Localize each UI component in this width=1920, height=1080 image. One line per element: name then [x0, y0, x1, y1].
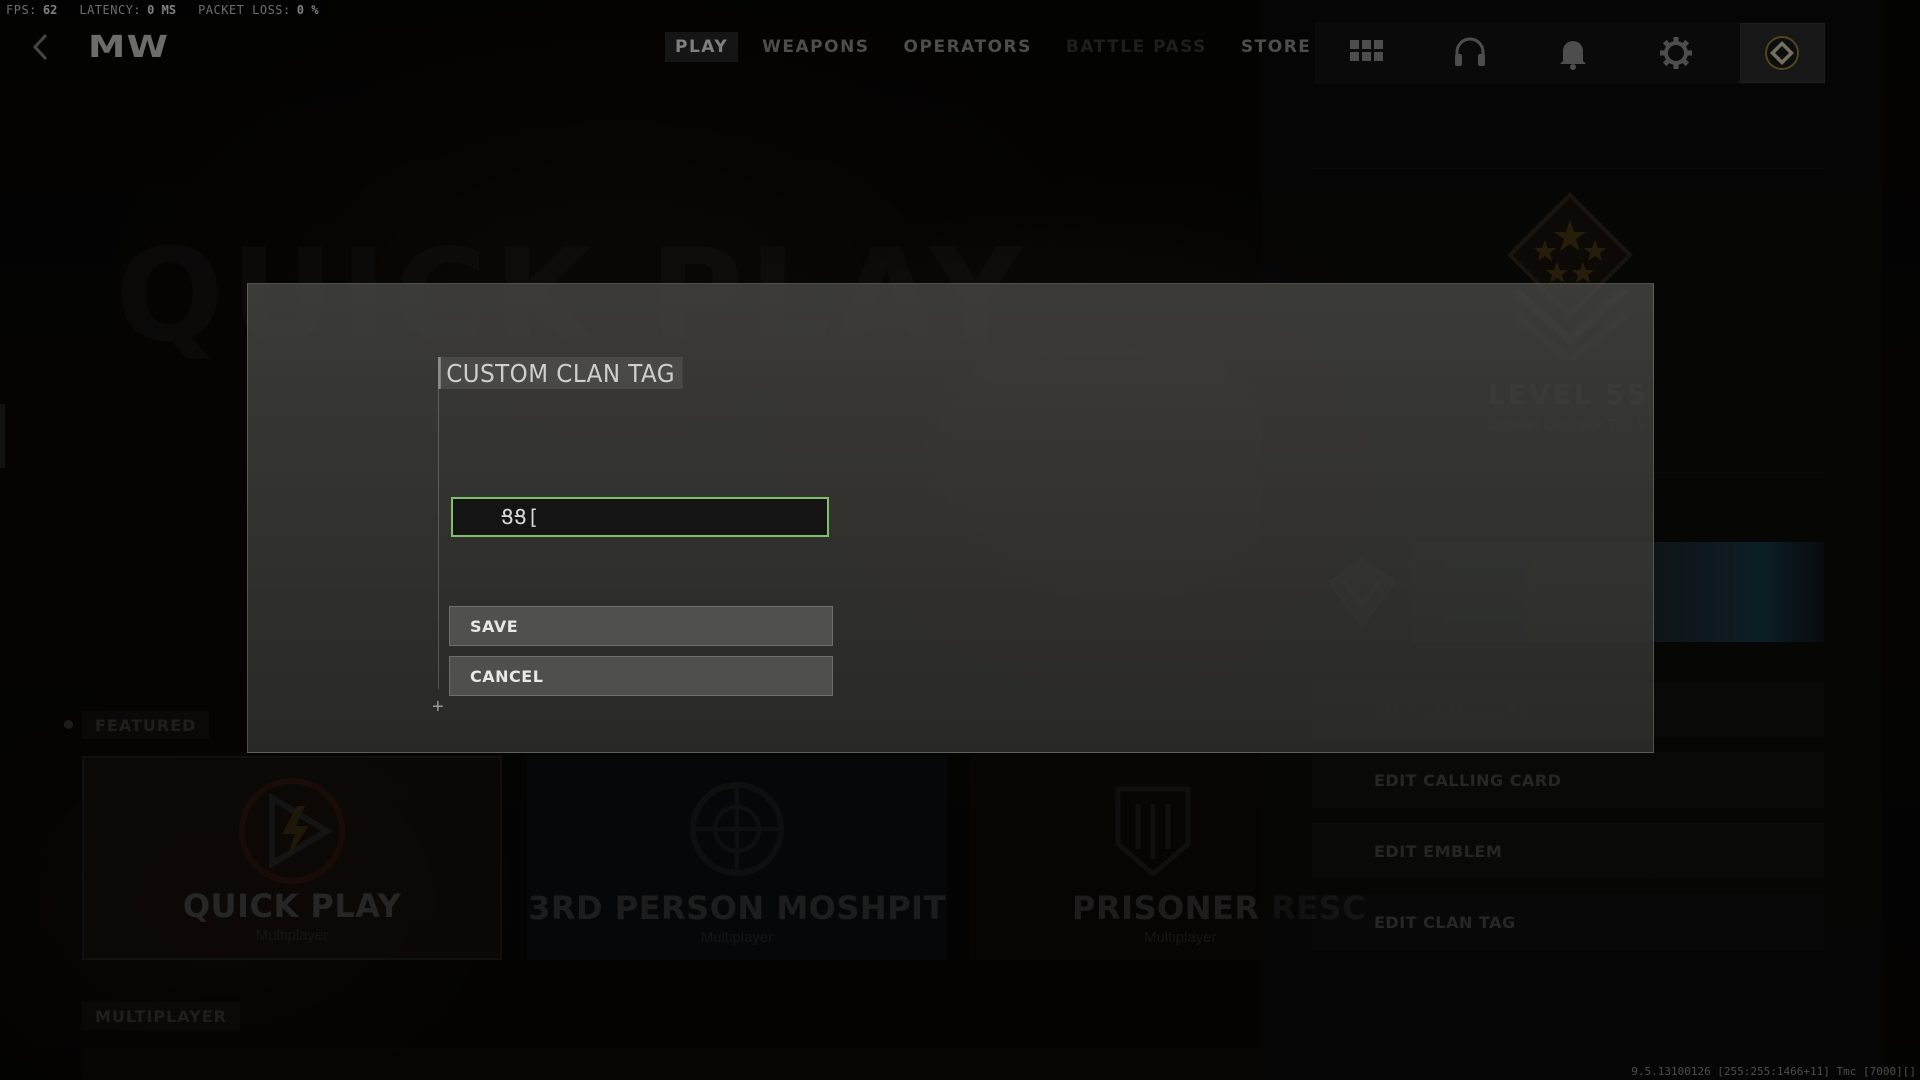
save-button[interactable]: SAVE	[449, 606, 833, 646]
dialog-title: CUSTOM CLAN TAG	[438, 357, 683, 389]
modal-accent-line	[438, 359, 439, 689]
clan-tag-input[interactable]	[451, 497, 829, 537]
plus-icon: +	[432, 696, 444, 718]
custom-clan-tag-dialog: CUSTOM CLAN TAG SAVE CANCEL +	[247, 283, 1654, 753]
cancel-button[interactable]: CANCEL	[449, 656, 833, 696]
